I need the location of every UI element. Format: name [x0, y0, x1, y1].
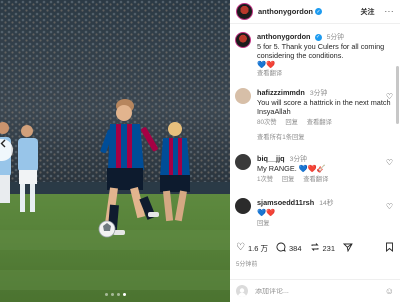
- verified-badge-icon: ✓: [315, 8, 322, 15]
- more-options-icon[interactable]: ···: [385, 7, 395, 16]
- carousel-dot[interactable]: [104, 293, 108, 296]
- comment-username[interactable]: hafizzzimmdn: [257, 88, 305, 97]
- comment-username[interactable]: sjamsoedd11rsh: [257, 198, 314, 207]
- caption: anthonygordon ✓ 5分钟 5 for 5. Thank you C…: [235, 32, 391, 78]
- share-send-icon[interactable]: [342, 242, 353, 255]
- comment-likes[interactable]: 80次赞: [257, 119, 277, 126]
- commenter-avatar[interactable]: [235, 154, 251, 170]
- reply-button[interactable]: 回复: [257, 220, 270, 227]
- comment-bubble-icon[interactable]: [276, 242, 286, 255]
- comment-emojis: 💙❤️🎸: [298, 164, 327, 173]
- reply-button[interactable]: 回复: [285, 119, 298, 126]
- post-header: anthonygordon ✓ 关注 ···: [230, 0, 400, 24]
- comment-emojis: 💙❤️: [257, 208, 276, 217]
- add-comment-bar: ☺: [230, 279, 400, 302]
- carousel-indicator: [0, 293, 230, 296]
- translate-link[interactable]: 查看翻译: [307, 119, 332, 126]
- chevron-left-icon: [0, 139, 6, 148]
- caption-avatar[interactable]: [235, 32, 251, 48]
- view-all-replies-link[interactable]: 查看所有1条回复: [257, 132, 391, 141]
- comment-time: 3分钟: [309, 90, 328, 97]
- comment-item: biq__jjq 3分钟 My RANGE. 💙❤️🎸 1次赞 回复 查看翻译 …: [235, 154, 393, 184]
- comment-likes[interactable]: 1次赞: [257, 176, 273, 183]
- comment-text: My RANGE.: [257, 164, 297, 173]
- comments-scrollbar[interactable]: [396, 66, 399, 124]
- carousel-dot[interactable]: [122, 293, 126, 296]
- bookmark-icon[interactable]: [385, 242, 394, 255]
- comment-username[interactable]: biq__jjq: [257, 154, 285, 163]
- carousel-dot[interactable]: [116, 293, 120, 296]
- caption-text: 5 for 5. Thank you Culers for all coming…: [257, 42, 385, 60]
- caption-username[interactable]: anthonygordon: [257, 32, 311, 41]
- carousel-dot[interactable]: [110, 293, 114, 296]
- commenter-avatar[interactable]: [235, 88, 251, 104]
- comment-item: hafizzzimmdn 3分钟 You will score a hattri…: [235, 88, 393, 141]
- like-count[interactable]: 1.6 万: [248, 243, 268, 254]
- like-heart-icon[interactable]: ♡: [236, 243, 245, 253]
- author-username[interactable]: anthonygordon: [258, 7, 313, 16]
- emoji-icon[interactable]: ☺: [385, 286, 394, 296]
- translate-link[interactable]: 查看翻译: [303, 176, 328, 183]
- football: [98, 220, 116, 238]
- post-photo[interactable]: [0, 0, 230, 302]
- caption-emojis: 💙❤️: [257, 60, 276, 69]
- post-timestamp: 5分钟前: [236, 262, 258, 268]
- repost-icon[interactable]: [310, 242, 320, 255]
- repost-count[interactable]: 231: [323, 244, 336, 253]
- post-side-panel: anthonygordon ✓ 关注 ··· anthonygordon ✓ 5…: [230, 0, 400, 302]
- comment-time: 14秒: [319, 200, 334, 207]
- comments-list: anthonygordon ✓ 5分钟 5 for 5. Thank you C…: [230, 26, 400, 236]
- comment-like-heart-icon[interactable]: ♡: [386, 158, 393, 167]
- comment-time: 3分钟: [289, 156, 307, 163]
- reply-button[interactable]: 回复: [282, 176, 295, 183]
- comment-like-heart-icon[interactable]: ♡: [386, 92, 393, 101]
- verified-badge-icon: ✓: [314, 33, 322, 41]
- add-comment-input[interactable]: [255, 287, 365, 295]
- author-avatar[interactable]: [236, 3, 253, 20]
- current-user-avatar: [236, 285, 248, 297]
- commenter-avatar[interactable]: [235, 198, 251, 214]
- caption-translate-link[interactable]: 查看翻译: [257, 70, 282, 77]
- comment-like-heart-icon[interactable]: ♡: [386, 202, 393, 211]
- follow-button[interactable]: 关注: [361, 7, 375, 17]
- caption-time: 5分钟: [326, 34, 344, 41]
- comment-text: You will score a hattrick in the next ma…: [257, 98, 391, 116]
- comment-count[interactable]: 384: [289, 244, 302, 253]
- match-photo-illustration: [0, 0, 230, 302]
- action-bar: ♡ 1.6 万 384 231: [236, 240, 394, 256]
- comment-item: sjamsoedd11rsh 14秒 💙❤️ 回复 ♡: [235, 198, 393, 228]
